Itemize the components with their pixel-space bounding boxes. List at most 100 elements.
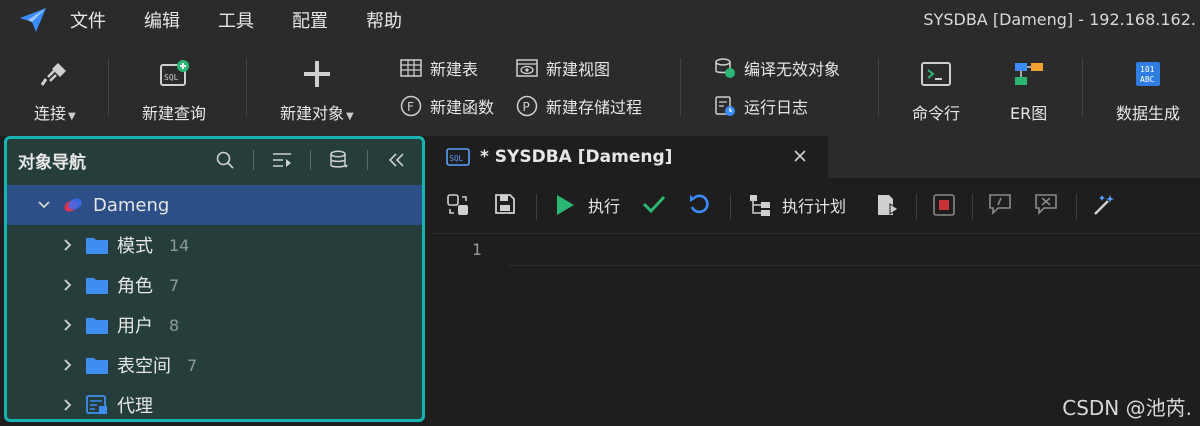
svg-text:F: F	[407, 100, 414, 114]
save-icon[interactable]	[494, 193, 516, 215]
current-line[interactable]	[508, 234, 1200, 266]
switch-connection-icon[interactable]	[446, 193, 470, 217]
svg-text:P: P	[523, 100, 530, 114]
menu-tools[interactable]: 工具	[218, 7, 254, 33]
sql-file-icon: SQL	[446, 148, 470, 166]
menu-items: 文件 编辑 工具 配置 帮助	[70, 0, 440, 40]
caret-down-icon: ▼	[346, 111, 354, 122]
new-procedure-button[interactable]: P 新建存储过程	[516, 94, 642, 118]
run-log-button[interactable]: 运行日志	[714, 94, 808, 118]
new-object-button[interactable]: 新建对象 ▼	[280, 54, 354, 124]
procedure-icon: P	[516, 95, 538, 117]
chevron-right-icon[interactable]	[61, 318, 75, 332]
tree-item-label: 角色	[117, 276, 153, 297]
line-number: 1	[472, 240, 482, 259]
object-navigator-panel: 对象导航 Dameng 模式 14 角色 7 用户 8 表空间 7 代理	[4, 136, 425, 422]
chevron-right-icon[interactable]	[61, 358, 75, 372]
tree-item-count: 14	[169, 235, 190, 255]
command-line-button[interactable]: 命令行	[912, 54, 960, 124]
chevron-right-icon[interactable]	[61, 278, 75, 292]
data-gen-icon: 101 ABC	[1132, 54, 1164, 94]
nav-divider	[367, 150, 368, 170]
new-function-label: 新建函数	[430, 98, 495, 117]
stop-icon[interactable]	[932, 193, 956, 217]
tree-item-schema[interactable]: 模式 14	[7, 225, 422, 265]
new-function-button[interactable]: F 新建函数	[400, 94, 494, 118]
search-icon[interactable]	[211, 147, 239, 173]
tree-item-count: 7	[187, 355, 198, 375]
toolbar-divider	[246, 58, 247, 116]
toolbar-divider	[536, 194, 537, 220]
data-gen-button[interactable]: 101 ABC 数据生成	[1116, 54, 1180, 124]
tree-item-tablespace[interactable]: 表空间 7	[7, 345, 422, 385]
tab-sysdba-query[interactable]: SQL * SYSDBA [Dameng]	[432, 136, 828, 178]
run-script-icon[interactable]	[876, 193, 900, 217]
main-toolbar: 连接 ▼ SQL 新建查询 新建对象 ▼ 新建表 新建视图 F 新建函数 P 新…	[0, 40, 1200, 136]
menu-help[interactable]: 帮助	[366, 7, 402, 33]
nav-tools	[197, 147, 410, 173]
watermark: CSDN @池芮.	[1062, 396, 1192, 420]
tree-item-user[interactable]: 用户 8	[7, 305, 422, 345]
plan-tree-icon	[750, 195, 770, 216]
tree-item-label: Dameng	[93, 194, 170, 216]
collapse-panel-icon[interactable]	[382, 147, 410, 173]
plug-icon	[40, 54, 70, 94]
menu-bar: 文件 编辑 工具 配置 帮助 SYSDBA [Dameng] - 192.168…	[0, 0, 1200, 40]
menu-config[interactable]: 配置	[292, 7, 328, 33]
folder-icon	[86, 238, 108, 254]
comment-icon[interactable]	[988, 193, 1012, 215]
chevron-right-icon[interactable]	[61, 398, 75, 412]
toolbar-divider	[878, 58, 879, 116]
new-table-button[interactable]: 新建表	[400, 56, 478, 80]
dameng-db-icon	[64, 198, 82, 212]
menu-file[interactable]: 文件	[70, 7, 106, 33]
tree-item-label: 模式	[117, 236, 153, 257]
window-title: SYSDBA [Dameng] - 192.168.162.	[923, 10, 1196, 29]
connect-button[interactable]: 连接 ▼	[34, 54, 76, 124]
database-icon[interactable]	[325, 147, 353, 173]
folder-icon	[86, 358, 108, 374]
plus-icon	[302, 54, 332, 94]
compile-icon	[714, 57, 736, 79]
connect-label: 连接	[34, 104, 67, 123]
tree-item-label: 表空间	[117, 356, 171, 377]
new-table-label: 新建表	[430, 60, 479, 79]
nav-divider	[253, 150, 254, 170]
tree-item-dameng[interactable]: Dameng	[7, 185, 422, 225]
toolbar-divider	[730, 194, 731, 220]
menu-edit[interactable]: 编辑	[144, 7, 180, 33]
play-icon	[557, 195, 574, 215]
editor-tab-bar: SQL * SYSDBA [Dameng]	[432, 136, 1200, 178]
tree-item-label: 代理	[117, 396, 153, 417]
editor-toolbar: 执行 执行计划	[432, 178, 1200, 234]
rollback-icon[interactable]	[688, 193, 710, 215]
filter-icon[interactable]	[268, 147, 296, 173]
execute-button[interactable]: 执行	[554, 193, 620, 217]
folder-icon	[86, 278, 108, 294]
compile-invalid-button[interactable]: 编译无效对象	[714, 56, 840, 80]
new-object-label: 新建对象	[280, 104, 345, 123]
commit-icon[interactable]	[642, 193, 666, 215]
view-icon	[516, 57, 538, 79]
tree-item-role[interactable]: 角色 7	[7, 265, 422, 305]
er-diagram-button[interactable]: ER图	[1010, 54, 1047, 124]
toolbar-divider	[1082, 58, 1083, 116]
svg-text:101: 101	[1140, 65, 1155, 74]
execution-plan-button[interactable]: 执行计划	[748, 193, 846, 217]
new-view-label: 新建视图	[546, 60, 611, 79]
chevron-down-icon[interactable]	[37, 198, 51, 212]
new-query-button[interactable]: SQL 新建查询	[142, 54, 206, 124]
chevron-right-icon[interactable]	[61, 238, 75, 252]
execute-label: 执行	[588, 197, 621, 216]
close-icon[interactable]	[792, 148, 808, 164]
toolbar-divider	[916, 194, 917, 220]
format-wand-icon[interactable]	[1092, 193, 1116, 217]
caret-down-icon: ▼	[68, 111, 76, 122]
uncomment-icon[interactable]	[1034, 193, 1058, 215]
tree-item-agent[interactable]: 代理	[7, 385, 422, 419]
new-procedure-label: 新建存储过程	[546, 98, 643, 117]
run-log-label: 运行日志	[744, 98, 809, 117]
er-diagram-icon	[1013, 54, 1045, 94]
new-view-button[interactable]: 新建视图	[516, 56, 610, 80]
svg-text:ABC: ABC	[1140, 75, 1155, 84]
